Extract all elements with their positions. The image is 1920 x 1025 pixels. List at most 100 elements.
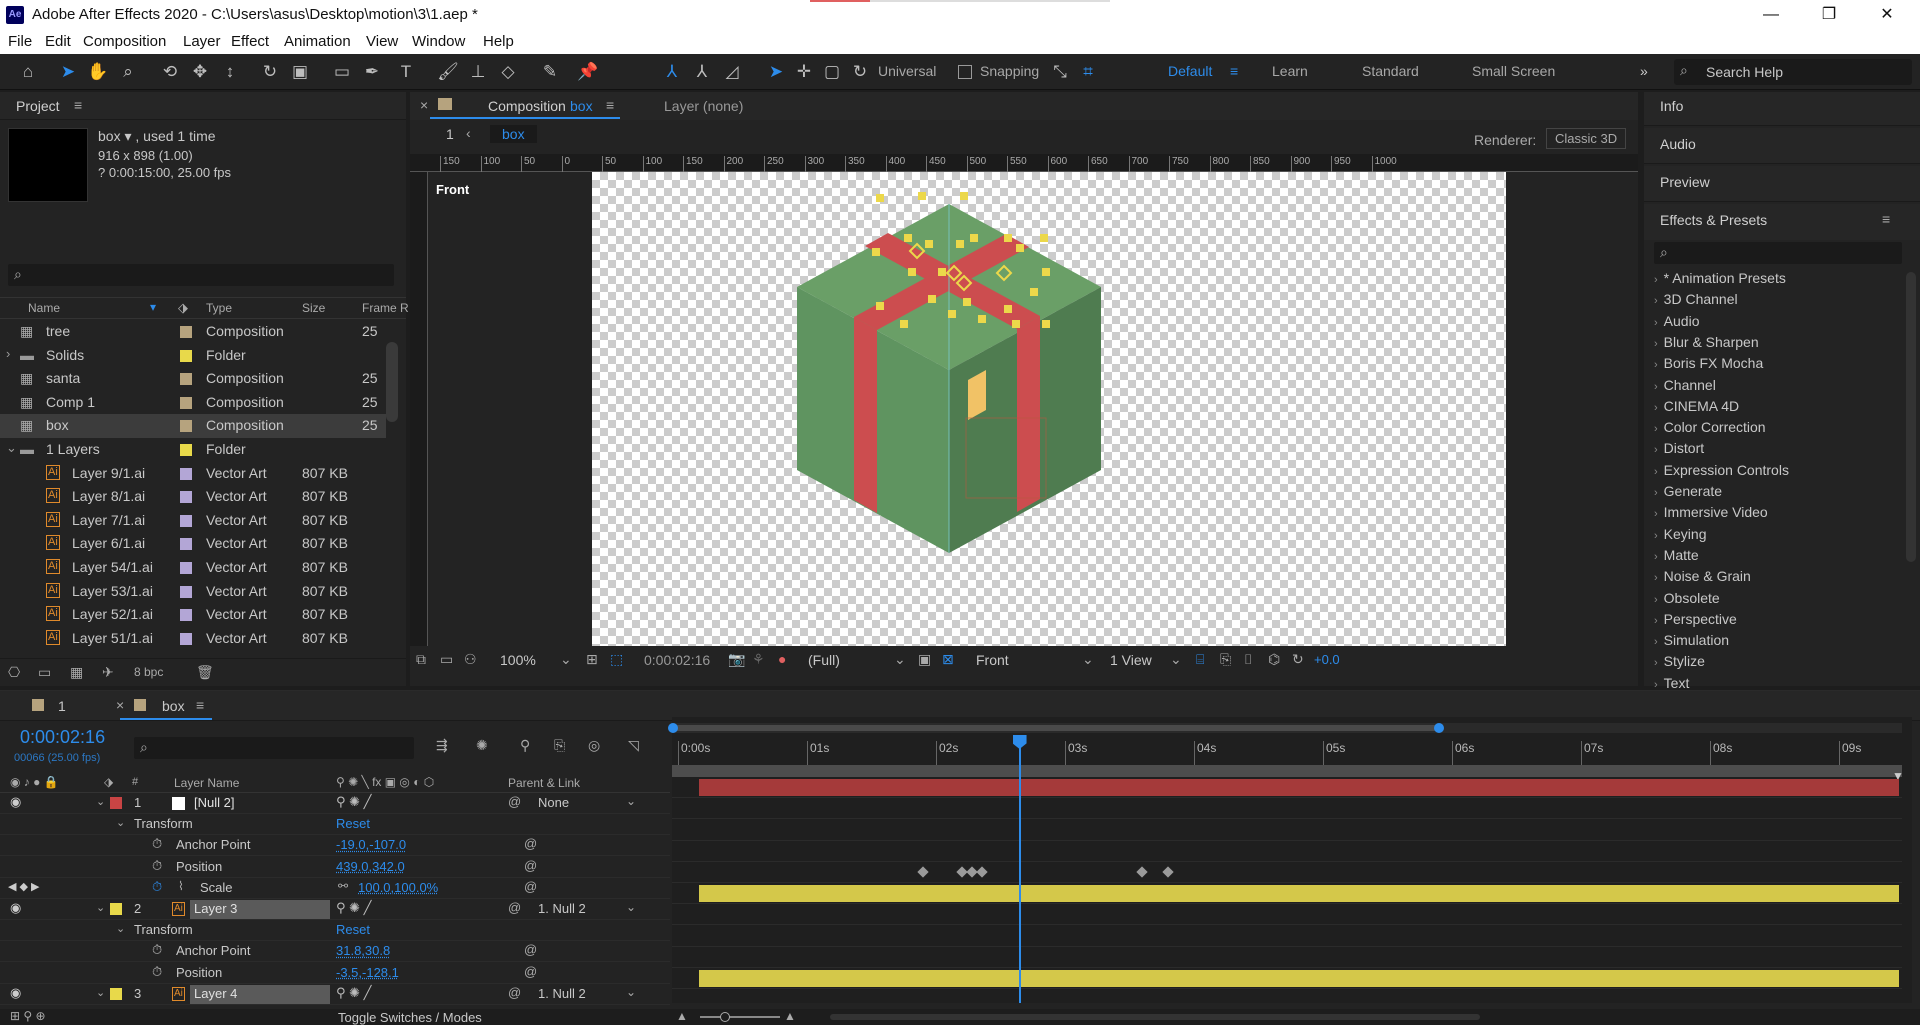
transparency-grid-icon[interactable]: ⬚ (610, 651, 623, 668)
expand-panes-icons[interactable]: ⊞ ⚲ ⊕ (10, 1009, 46, 1023)
av-features-icon[interactable]: ◉ ♪ ● 🔒 (10, 775, 59, 789)
work-area-start-handle[interactable] (668, 723, 678, 733)
effect-category[interactable]: › Channel (1654, 377, 1716, 393)
magnification-dropdown[interactable]: 100% (500, 652, 536, 668)
keyframe[interactable] (917, 866, 928, 877)
expand-category-icon[interactable]: › (1654, 679, 1658, 691)
menu-composition[interactable]: Composition (83, 33, 166, 50)
parent-dropdown[interactable]: 1. Null 2 (538, 901, 586, 916)
rectangle-tool-icon[interactable]: ▭ (330, 60, 354, 84)
effect-category[interactable]: › * Animation Presets (1654, 270, 1786, 286)
more-workspaces-icon[interactable]: » (1640, 63, 1648, 79)
timeline-icon[interactable]: ⌷ (1244, 651, 1252, 668)
transform-twirl-icon[interactable]: ⌄ (116, 816, 125, 829)
expand-category-icon[interactable]: › (1654, 359, 1658, 371)
pick-whip-icon[interactable]: @ (508, 900, 521, 915)
effect-category[interactable]: › CINEMA 4D (1654, 398, 1739, 414)
time-ruler[interactable]: 0:00s 01s 02s 03s 04s 05s 06s 07s 08s 09s (672, 735, 1902, 765)
keyframe[interactable] (1163, 866, 1174, 877)
layer-switches-icons[interactable]: ⚲ ✺ ╱ (336, 985, 371, 1001)
project-item[interactable]: Ai Layer 6/1.ai Vector Art 807 KB (0, 532, 386, 556)
pan-behind-tool-icon[interactable]: ▣ (288, 60, 312, 84)
expand-category-icon[interactable]: › (1654, 487, 1658, 499)
snap-features-icon[interactable]: ⌗ (1076, 60, 1100, 84)
pick-whip-icon[interactable]: @ (508, 794, 521, 809)
stopwatch-icon[interactable]: ⏱ (152, 964, 162, 980)
work-area-end-handle[interactable] (1434, 723, 1444, 733)
project-item[interactable]: Ai Layer 52/1.ai Vector Art 807 KB (0, 603, 386, 627)
resolution-chevron-icon[interactable]: ⌄ (894, 651, 906, 668)
home-icon[interactable]: ⌂ (16, 60, 40, 84)
expand-category-icon[interactable]: › (1654, 615, 1658, 627)
effect-category[interactable]: › Text (1654, 675, 1689, 691)
label-color-swatch[interactable] (180, 468, 192, 480)
expand-category-icon[interactable]: › (1654, 551, 1658, 563)
label-color-swatch[interactable] (180, 420, 192, 432)
expression-pick-whip-icon[interactable]: @ (524, 879, 537, 894)
layer-twirl-icon[interactable]: ⌄ (96, 986, 105, 999)
snap-edges-icon[interactable]: ⤡ (1048, 60, 1072, 84)
pixel-aspect-icon[interactable]: ⌸ (1196, 651, 1204, 668)
expand-category-icon[interactable]: › (1654, 530, 1658, 542)
transform-group-row[interactable]: ⌄ Transform Reset (0, 920, 670, 941)
stopwatch-icon[interactable]: ⏱ (152, 836, 162, 852)
eraser-tool-icon[interactable]: ◇ (496, 60, 520, 84)
zoom-out-icon[interactable]: ▲ (676, 1009, 688, 1023)
snapshot-icon[interactable]: 📷 (728, 651, 745, 668)
layer-row[interactable]: ◉ ⌄ 3 Ai Layer 4 ⚲ ✺ ╱ @ 1. Null 2 ⌄ (0, 984, 670, 1005)
expand-category-icon[interactable]: › (1654, 444, 1658, 456)
column-size[interactable]: Size (302, 301, 325, 315)
parent-chevron-icon[interactable]: ⌄ (626, 794, 636, 808)
fast-previews-icon[interactable]: ⎘ (1220, 651, 1231, 668)
3d-move-icon[interactable]: ✛ (792, 60, 816, 84)
workspace-small-screen[interactable]: Small Screen (1472, 63, 1555, 79)
shy-layers-icon[interactable]: ⚲ (520, 737, 530, 754)
view-axis-icon[interactable]: ◿ (720, 60, 744, 84)
3d-select-icon[interactable]: ➤ (764, 60, 788, 84)
expand-category-icon[interactable]: › (1654, 657, 1658, 669)
column-type[interactable]: Type (206, 301, 232, 315)
property-value[interactable]: 100.0,100.0% (358, 880, 438, 895)
vr-preview-icon[interactable]: ▭ (440, 651, 453, 668)
menu-view[interactable]: View (366, 33, 398, 50)
project-item[interactable]: Ai Layer 51/1.ai Vector Art 807 KB (0, 627, 386, 650)
3d-scale-icon[interactable]: ▢ (820, 60, 844, 84)
always-preview-icon[interactable]: ⧉ (416, 651, 426, 668)
project-item[interactable]: Ai Layer 7/1.ai Vector Art 807 KB (0, 509, 386, 533)
layer-name-field[interactable]: [Null 2] (190, 794, 330, 813)
draft-3d-icon[interactable]: ✺ (476, 737, 488, 754)
layer-row[interactable]: ◉ ⌄ 2 Ai Layer 3 ⚲ ✺ ╱ @ 1. Null 2 ⌄ (0, 899, 670, 920)
maximize-button[interactable]: ❐ (1800, 0, 1858, 30)
resolution-dropdown[interactable]: (Full) (808, 652, 840, 668)
project-item[interactable]: › ▬ Solids Folder (0, 344, 386, 368)
constrain-proportions-icon[interactable]: ⚯ (338, 879, 348, 893)
label-color-swatch[interactable] (180, 397, 192, 409)
parent-link-column[interactable]: Parent & Link (508, 776, 580, 790)
property-value[interactable]: 439.0,342.0 (336, 859, 405, 874)
comp-canvas[interactable] (592, 172, 1506, 646)
label-color-swatch[interactable] (180, 491, 192, 503)
layer-row[interactable]: ◉ ⌄ 1 [Null 2] ⚲ ✺ ╱ @ None ⌄ (0, 793, 670, 814)
close-comp-tab-icon[interactable]: × (420, 97, 428, 113)
menu-edit[interactable]: Edit (45, 33, 71, 50)
layer-label-swatch[interactable] (110, 903, 122, 915)
bpc-label[interactable]: 8 bpc (134, 665, 163, 679)
toggle-switches-modes[interactable]: Toggle Switches / Modes (338, 1010, 482, 1025)
effect-category[interactable]: › Perspective (1654, 611, 1737, 627)
expand-category-icon[interactable]: › (1654, 317, 1658, 329)
effects-menu-icon[interactable]: ≡ (1882, 211, 1890, 227)
expand-category-icon[interactable]: › (1654, 338, 1658, 350)
selection-tool-icon[interactable]: ➤ (56, 60, 80, 84)
time-graph[interactable]: 0:00s 01s 02s 03s 04s 05s 06s 07s 08s 09s ▼ (672, 717, 1912, 1003)
close-window-button[interactable]: ✕ (1858, 0, 1916, 30)
3d-view-chevron-icon[interactable]: ⌄ (1082, 651, 1094, 668)
label-column-icon[interactable]: ⬗ (104, 775, 113, 789)
timeline-tab-box[interactable]: box (162, 698, 185, 714)
label-color-swatch[interactable] (180, 373, 192, 385)
new-folder-icon[interactable]: ▭ (38, 664, 51, 681)
effects-presets-tab[interactable]: Effects & Presets (1660, 212, 1767, 228)
project-item[interactable]: Ai Layer 54/1.ai Vector Art 807 KB (0, 556, 386, 580)
reset-link[interactable]: Reset (336, 816, 370, 831)
project-item[interactable]: ▦ box Composition 25 (0, 414, 386, 438)
track-row[interactable] (672, 968, 1902, 989)
